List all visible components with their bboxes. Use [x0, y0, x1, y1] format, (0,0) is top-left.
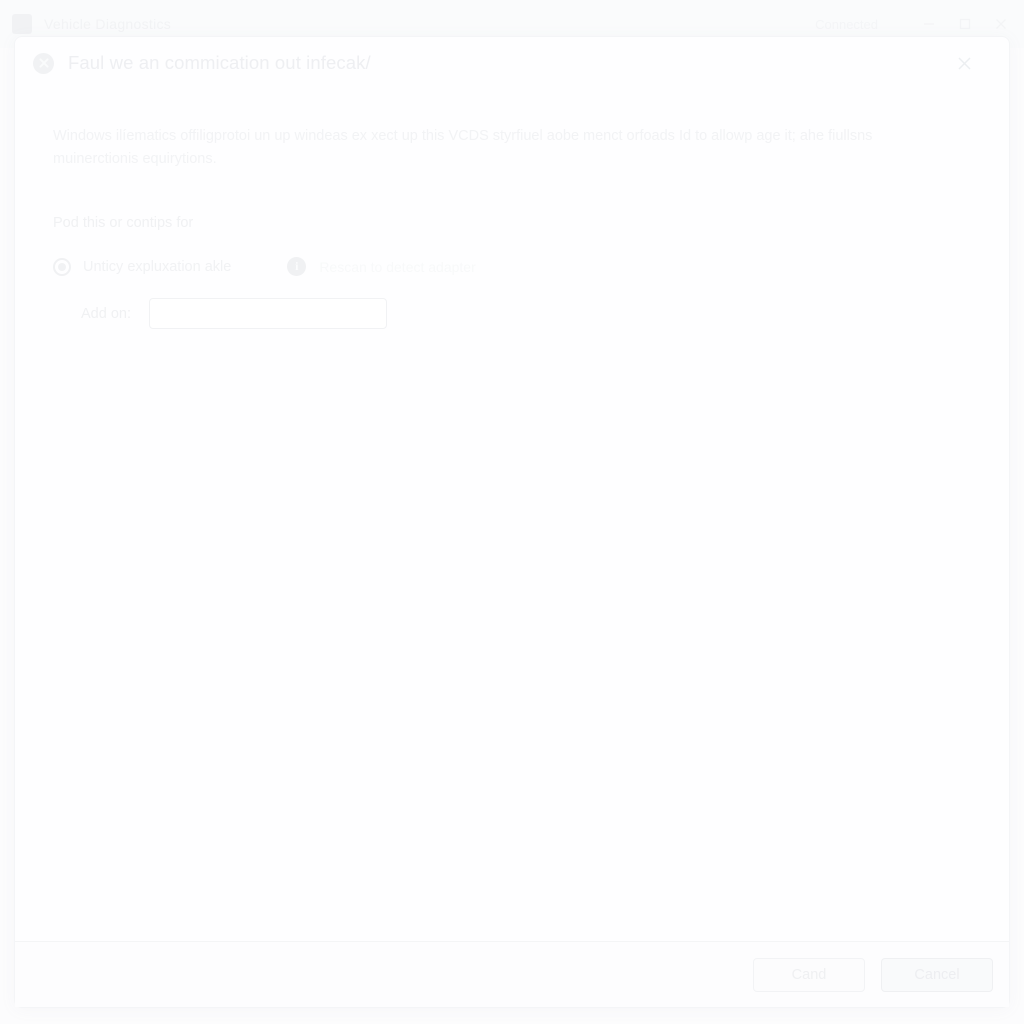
dialog-body: Windows ilíematics offiligprotoi un up w… — [15, 89, 1009, 941]
error-circle-icon — [33, 52, 54, 74]
maximize-icon[interactable] — [954, 13, 976, 35]
add-on-field-row: Add on: — [81, 298, 963, 329]
info-icon[interactable]: i — [287, 257, 307, 276]
add-on-input[interactable] — [149, 298, 387, 329]
app-logo-icon — [12, 14, 32, 34]
dialog-header: Faul we an commication out infecak/ — [15, 37, 1009, 89]
radio-option-label: Unticy expluxation akle — [83, 258, 232, 275]
application-window: Vehicle Diagnostics Connected Faul we an… — [0, 0, 1024, 1024]
app-title: Vehicle Diagnostics — [44, 16, 172, 32]
option-row: Unticy expluxation akle i Rescan to dete… — [53, 257, 963, 276]
radio-indicator-icon — [53, 257, 71, 276]
connection-status-text: Connected — [815, 16, 878, 32]
minimize-icon[interactable] — [918, 13, 940, 35]
options-section-label: Pod this or contips for — [53, 215, 194, 231]
info-group: i Rescan to detect adapter — [287, 257, 476, 276]
modal-dialog: Faul we an commication out infecak/ Wind… — [14, 36, 1010, 1008]
dialog-message: Windows ilíematics offiligprotoi un up w… — [53, 128, 873, 167]
dialog-title: Faul we an commication out infecak/ — [68, 52, 371, 73]
window-close-icon[interactable] — [990, 13, 1012, 35]
confirm-button[interactable]: Cand — [753, 957, 865, 992]
cancel-button[interactable]: Cancel — [881, 957, 993, 992]
close-icon[interactable] — [947, 46, 981, 80]
add-on-label: Add on: — [81, 305, 131, 322]
info-text: Rescan to detect adapter — [319, 258, 476, 275]
dialog-footer: Cand Cancel — [15, 941, 1009, 1007]
radio-option-unticy[interactable]: Unticy expluxation akle — [53, 257, 232, 276]
